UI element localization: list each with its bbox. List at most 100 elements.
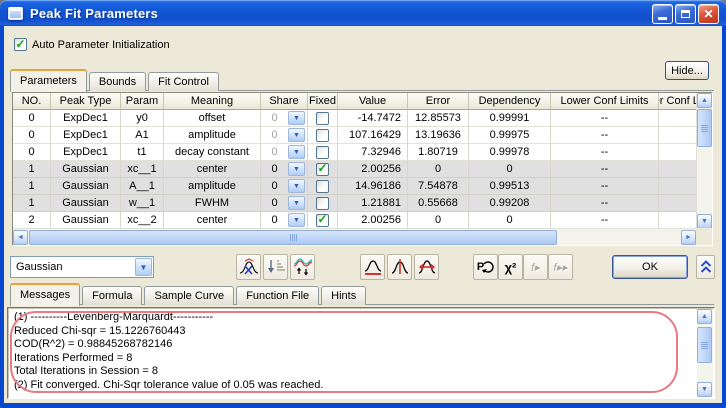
cell-upper-conf: [659, 195, 696, 212]
fix-peak-widths-button[interactable]: [414, 254, 439, 280]
fixed-checkbox[interactable]: ✓: [316, 214, 329, 227]
fix-peak-centers-button[interactable]: [387, 254, 412, 280]
fixed-checkbox[interactable]: ✓: [316, 146, 329, 159]
cell-param: A__1: [121, 178, 164, 195]
tab-label: Hints: [331, 290, 356, 302]
app-window-icon: [8, 7, 23, 20]
cell-value[interactable]: -14.7472: [338, 110, 408, 127]
table-row[interactable]: 0 ExpDec1 y0 offset 0 ▼ ✓ -14.7472 12.85…: [13, 110, 696, 127]
scroll-up-button[interactable]: ▲: [697, 93, 712, 108]
fix-baseline-button[interactable]: [360, 254, 385, 280]
horizontal-scroll-thumb[interactable]: [29, 230, 557, 245]
fixed-checkbox[interactable]: ✓: [316, 112, 329, 125]
chevron-down-icon: ▼: [140, 263, 148, 272]
table-vertical-scrollbar[interactable]: ▲ ▼: [696, 93, 712, 229]
peak-center-icon: [390, 258, 410, 276]
peak-width-icon: [417, 258, 437, 276]
cell-peak-type: Gaussian: [51, 195, 121, 212]
auto-init-checkbox[interactable]: ✓: [14, 38, 27, 51]
chevron-down-icon: ▼: [293, 200, 300, 207]
tab-fit-control[interactable]: Fit Control: [148, 72, 219, 91]
window-title: Peak Fit Parameters: [30, 6, 158, 21]
table-row[interactable]: 1 Gaussian w__1 FWHM 0 ▼ ✓ 1.21881 0.556…: [13, 195, 696, 212]
cell-value[interactable]: 1.21881: [338, 195, 408, 212]
share-dropdown-button[interactable]: ▼: [288, 111, 305, 125]
cell-error: 1.80719: [408, 144, 469, 161]
collapse-panel-button[interactable]: [696, 255, 715, 279]
scroll-down-button[interactable]: ▼: [697, 382, 712, 397]
fixed-checkbox[interactable]: ✓: [316, 163, 329, 176]
share-dropdown-button[interactable]: ▼: [288, 145, 305, 159]
vertical-scroll-thumb[interactable]: [697, 327, 712, 363]
share-value: 0: [263, 180, 286, 192]
cell-error: 13.19636: [408, 127, 469, 144]
cell-peak-type: Gaussian: [51, 178, 121, 195]
table-row[interactable]: 0 ExpDec1 A1 amplitude 0 ▼ ✓ 107.16429 1…: [13, 127, 696, 144]
share-value: 0: [263, 112, 286, 124]
iterate-once-icon: f▸: [531, 261, 540, 274]
close-button[interactable]: ✕: [698, 4, 719, 24]
maximize-button[interactable]: [675, 4, 696, 24]
scroll-right-button[interactable]: ►: [681, 230, 696, 245]
tab-messages[interactable]: Messages: [10, 283, 80, 306]
scrollbar-corner: [696, 228, 712, 245]
vertical-scroll-thumb[interactable]: [697, 109, 712, 147]
hide-button[interactable]: Hide...: [665, 61, 709, 80]
table-row[interactable]: 1 Gaussian xc__1 center 0 ▼ ✓ 2.00256 0 …: [13, 161, 696, 178]
cell-peak-type: ExpDec1: [51, 110, 121, 127]
scroll-down-button[interactable]: ▼: [697, 214, 712, 229]
tab-label: Formula: [92, 290, 132, 302]
function-selector-dropdown-button[interactable]: ▼: [135, 258, 152, 276]
messages-vertical-scrollbar[interactable]: ▲ ▼: [697, 309, 713, 397]
tab-formula[interactable]: Formula: [82, 286, 142, 305]
tab-hints[interactable]: Hints: [321, 286, 366, 305]
cell-value[interactable]: 2.00256: [338, 212, 408, 229]
fixed-checkbox[interactable]: ✓: [316, 197, 329, 210]
minimize-icon: [658, 17, 667, 20]
share-dropdown-button[interactable]: ▼: [288, 162, 305, 176]
function-selector-value: Gaussian: [11, 261, 135, 273]
minimize-button[interactable]: [652, 4, 673, 24]
tab-bounds[interactable]: Bounds: [89, 72, 146, 91]
column-header: Param: [121, 93, 164, 110]
tab-function-file[interactable]: Function File: [236, 286, 319, 305]
cell-dependency: 0: [469, 161, 551, 178]
reassign-peaks-button[interactable]: [290, 254, 315, 280]
table-row[interactable]: 0 ExpDec1 t1 decay constant 0 ▼ ✓ 7.3294…: [13, 144, 696, 161]
scroll-up-button[interactable]: ▲: [697, 309, 712, 324]
ok-button[interactable]: OK: [612, 255, 688, 279]
sort-peaks-button[interactable]: [263, 254, 288, 280]
table-horizontal-scrollbar[interactable]: ◄ ►: [13, 228, 696, 245]
table-row[interactable]: 1 Gaussian A__1 amplitude 0 ▼ ✓ 14.96186…: [13, 178, 696, 195]
table-row[interactable]: 2 Gaussian xc__2 center 0 ▼ ✓ 2.00256 0 …: [13, 212, 696, 229]
cell-value[interactable]: 107.16429: [338, 127, 408, 144]
peak-x-icon: [239, 258, 259, 276]
cell-value[interactable]: 14.96186: [338, 178, 408, 195]
cell-fixed: ✓: [308, 195, 338, 212]
title-bar[interactable]: Peak Fit Parameters ✕: [0, 0, 726, 26]
share-value: 0: [263, 129, 286, 141]
share-dropdown-button[interactable]: ▼: [288, 196, 305, 210]
messages-pane[interactable]: (1) ----------Levenberg-Marquardt-------…: [7, 307, 715, 399]
function-selector[interactable]: Gaussian ▼: [10, 256, 154, 278]
fixed-checkbox[interactable]: ✓: [316, 180, 329, 193]
calculate-chi-sqr-button[interactable]: χ²: [498, 254, 523, 280]
one-iteration-button[interactable]: f▸: [523, 254, 548, 280]
cell-dependency: 0.99991: [469, 110, 551, 127]
cell-upper-conf: [659, 144, 696, 161]
share-dropdown-button[interactable]: ▼: [288, 213, 305, 227]
initialize-parameters-button[interactable]: [236, 254, 261, 280]
bottom-tab-bar: Messages Formula Sample CurveFunction File…: [10, 283, 714, 305]
check-icon: ✓: [15, 39, 25, 49]
fixed-checkbox[interactable]: ✓: [316, 129, 329, 142]
share-dropdown-button[interactable]: ▼: [288, 128, 305, 142]
share-dropdown-button[interactable]: ▼: [288, 179, 305, 193]
tab-parameters[interactable]: Parameters: [10, 69, 87, 92]
revert-parameters-button[interactable]: P: [473, 254, 498, 280]
scroll-left-button[interactable]: ◄: [13, 230, 28, 245]
cell-value[interactable]: 2.00256: [338, 161, 408, 178]
tab-sample-curve[interactable]: Sample Curve: [144, 286, 234, 305]
cell-share: 0 ▼: [261, 212, 308, 229]
fit-until-converged-button[interactable]: f▸▸: [548, 254, 573, 280]
cell-value[interactable]: 7.32946: [338, 144, 408, 161]
